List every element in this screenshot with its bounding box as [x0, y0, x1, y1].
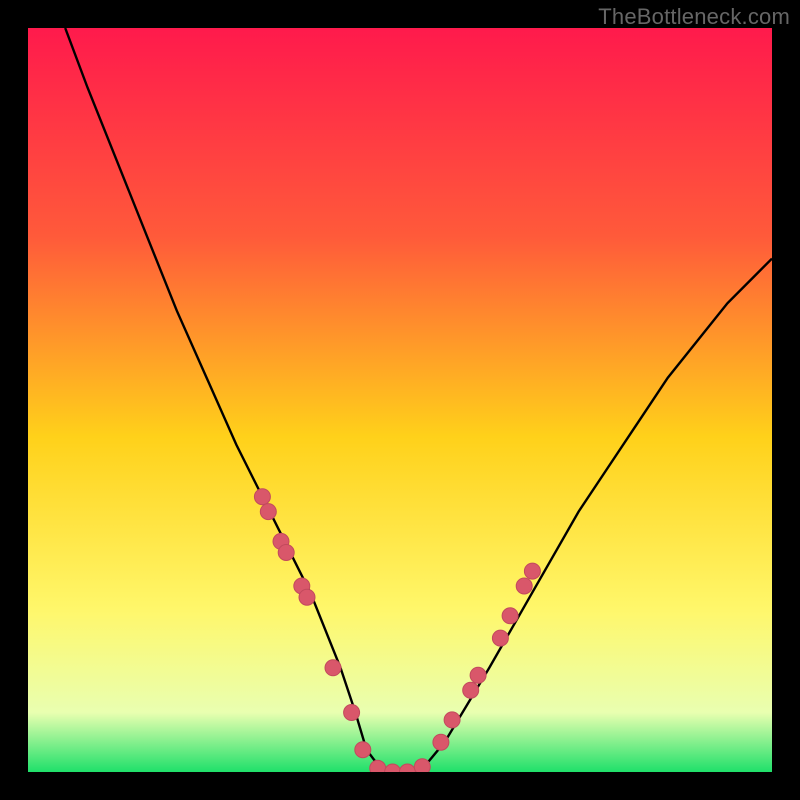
data-marker — [502, 608, 518, 624]
data-marker — [524, 563, 540, 579]
bottleneck-chart — [28, 28, 772, 772]
data-marker — [254, 489, 270, 505]
data-marker — [355, 742, 371, 758]
data-marker — [325, 660, 341, 676]
gradient-background — [28, 28, 772, 772]
watermark-text: TheBottleneck.com — [598, 4, 790, 30]
chart-frame — [28, 28, 772, 772]
data-marker — [516, 578, 532, 594]
data-marker — [463, 682, 479, 698]
data-marker — [299, 589, 315, 605]
data-marker — [370, 760, 386, 772]
data-marker — [344, 705, 360, 721]
data-marker — [278, 545, 294, 561]
data-marker — [470, 667, 486, 683]
data-marker — [260, 504, 276, 520]
data-marker — [444, 712, 460, 728]
data-marker — [433, 734, 449, 750]
data-marker — [492, 630, 508, 646]
data-marker — [414, 759, 430, 772]
